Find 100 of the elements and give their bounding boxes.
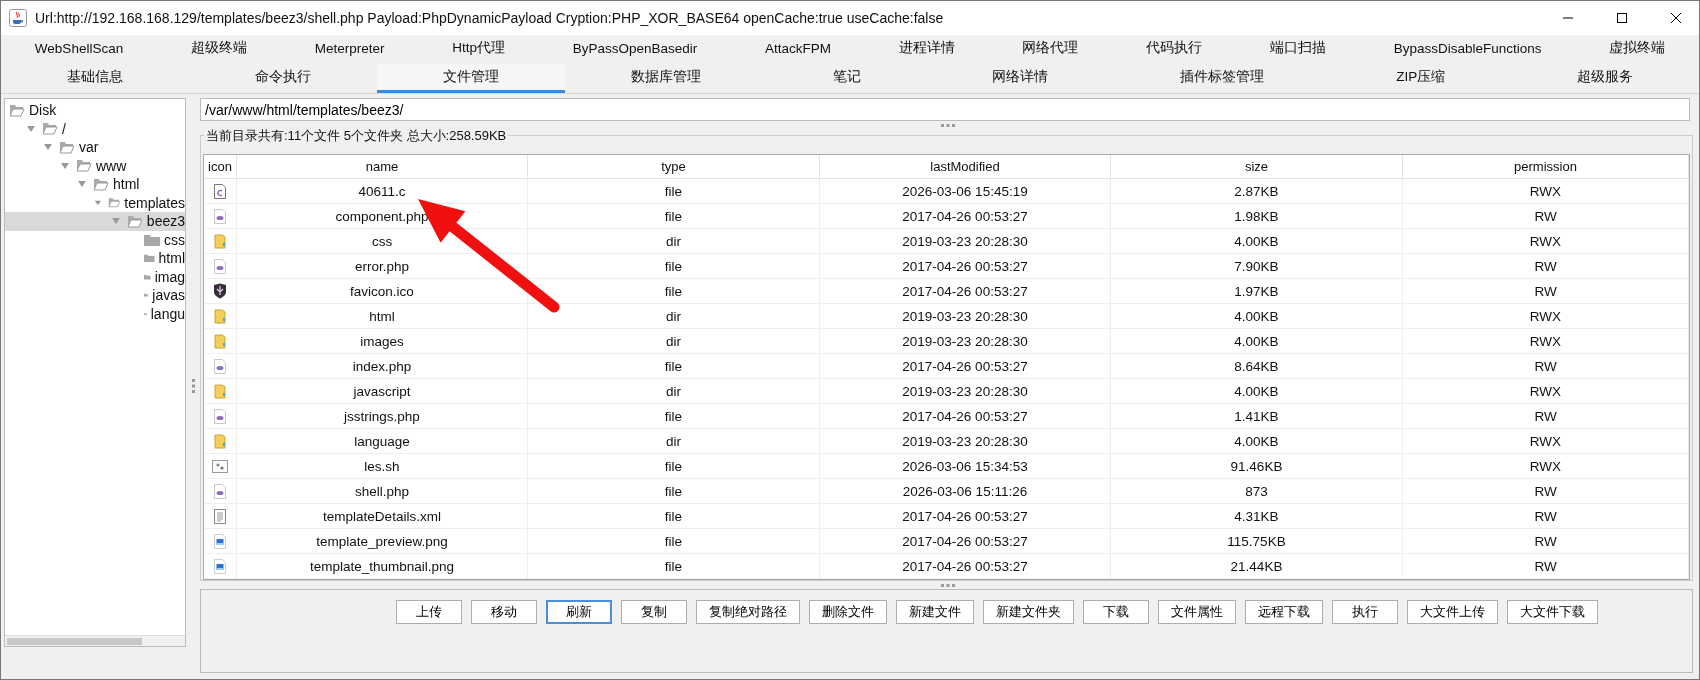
open-folder-icon — [126, 214, 143, 228]
tree-row[interactable]: www — [5, 156, 185, 175]
tree-row[interactable]: html — [5, 175, 185, 194]
tree-item-label[interactable]: / — [62, 120, 66, 137]
action-button[interactable]: 复制绝对路径 — [695, 600, 800, 624]
table-cell: RW — [1403, 479, 1689, 504]
tab[interactable]: 超级服务 — [1511, 64, 1699, 93]
tab[interactable]: 命令执行 — [188, 64, 377, 93]
action-button[interactable]: 新建文件夹 — [982, 600, 1074, 624]
tree-row[interactable]: javas — [5, 286, 185, 305]
tab[interactable]: 笔记 — [766, 64, 927, 93]
table-cell: RW — [1403, 554, 1689, 579]
shield-icon — [213, 283, 227, 299]
maximize-icon[interactable] — [1616, 12, 1628, 24]
tree-item-label[interactable]: imag — [154, 268, 185, 285]
path-field[interactable]: /var/www/html/templates/beez3/ — [200, 98, 1690, 121]
column-header[interactable]: lastModified — [820, 155, 1111, 179]
tree-item-label[interactable]: langu — [150, 305, 185, 322]
tab[interactable]: 虚拟终端 — [1575, 35, 1699, 64]
tab[interactable]: 超级终端 — [157, 35, 281, 64]
tree-row[interactable]: / — [5, 119, 185, 138]
tree-row[interactable]: templates — [5, 193, 185, 212]
action-button[interactable]: 删除文件 — [808, 600, 887, 624]
tab[interactable]: Meterpreter — [280, 35, 419, 64]
action-button[interactable]: 上传 — [395, 600, 462, 624]
table-cell: dir — [528, 304, 820, 329]
column-header[interactable]: permission — [1403, 155, 1689, 179]
tab[interactable]: ZIP压缩 — [1330, 64, 1512, 93]
open-folder-icon — [107, 196, 121, 210]
tab[interactable]: 代码执行 — [1112, 35, 1237, 64]
open-folder-icon — [42, 122, 58, 136]
table-cell: 4.31KB — [1111, 504, 1403, 529]
tab[interactable]: 数据库管理 — [564, 64, 767, 93]
tree-item-label[interactable]: javas — [152, 287, 185, 304]
action-button[interactable]: 大文件下载 — [1506, 600, 1598, 624]
tree-row[interactable]: var — [5, 138, 185, 157]
table-cell: file — [528, 529, 820, 554]
tab[interactable]: 基础信息 — [1, 64, 189, 93]
tree-row[interactable]: imag — [5, 267, 185, 286]
column-header[interactable]: size — [1111, 155, 1403, 179]
action-button[interactable]: 大文件上传 — [1406, 600, 1498, 624]
tree-item-label[interactable]: css — [164, 231, 185, 248]
horizontal-scrollbar[interactable] — [5, 635, 185, 646]
table-cell: RWX — [1403, 179, 1689, 204]
action-button[interactable]: 新建文件 — [895, 600, 974, 624]
tree-item-label[interactable]: var — [79, 139, 99, 156]
tab[interactable]: 网络详情 — [926, 64, 1115, 93]
tab[interactable]: 网络代理 — [988, 35, 1113, 64]
tab[interactable]: 端口扫描 — [1236, 35, 1360, 64]
tree-item-label[interactable]: Disk — [29, 102, 57, 119]
table-cell: 2017-04-26 00:53:27 — [820, 404, 1111, 429]
tab[interactable]: BypassDisableFunctions — [1359, 35, 1576, 64]
table-cell: RWX — [1403, 429, 1689, 454]
folder-icon — [214, 333, 226, 349]
tree-row[interactable]: html — [5, 249, 185, 268]
table-cell: 2019-03-23 20:28:30 — [820, 229, 1111, 254]
tab[interactable]: ByPassOpenBasedir — [538, 35, 732, 64]
table-cell: 4.00KB — [1111, 329, 1403, 354]
column-header[interactable]: icon — [204, 155, 237, 179]
splitter-handle-icon[interactable] — [941, 123, 955, 127]
action-button[interactable]: 刷新 — [545, 600, 612, 624]
table-cell: RW — [1403, 529, 1689, 554]
tab[interactable]: 文件管理 — [376, 64, 565, 93]
tree-item-label[interactable]: beez3 — [146, 213, 185, 230]
table-cell: les.sh — [237, 454, 528, 479]
action-button[interactable]: 文件属性 — [1157, 600, 1236, 624]
tab[interactable]: Http代理 — [418, 35, 539, 64]
php-file-icon — [214, 358, 226, 374]
tree-item-label[interactable]: html — [158, 250, 185, 267]
tab[interactable]: WebShellScan — [1, 35, 158, 64]
image-file-icon — [214, 533, 226, 549]
php-file-icon — [214, 408, 226, 424]
folder-icon — [144, 252, 155, 265]
table-cell: RWX — [1403, 329, 1689, 354]
tree-item-label[interactable]: html — [113, 176, 140, 193]
tree-row[interactable]: beez3 — [5, 212, 185, 231]
action-button[interactable]: 执行 — [1331, 600, 1398, 624]
table-cell: 2019-03-23 20:28:30 — [820, 304, 1111, 329]
action-button[interactable]: 远程下载 — [1244, 600, 1323, 624]
action-button[interactable]: 下载 — [1082, 600, 1149, 624]
table-cell: file — [528, 504, 820, 529]
tree-item-label[interactable]: templates — [124, 194, 185, 211]
table-cell: 2019-03-23 20:28:30 — [820, 329, 1111, 354]
tab[interactable]: AttackFPM — [731, 35, 865, 64]
table-cell: RWX — [1403, 304, 1689, 329]
action-button[interactable]: 移动 — [470, 600, 537, 624]
splitter-handle-icon[interactable] — [191, 378, 195, 393]
tree-item-label[interactable]: www — [96, 157, 127, 174]
close-icon[interactable] — [1670, 12, 1682, 24]
splitter-handle-icon[interactable] — [941, 583, 955, 587]
table-cell: 2017-04-26 00:53:27 — [820, 254, 1111, 279]
tree-row[interactable]: css — [5, 230, 185, 249]
tab[interactable]: 进程详情 — [864, 35, 989, 64]
table-cell: file — [528, 479, 820, 504]
tree-row[interactable]: langu — [5, 304, 185, 323]
column-header[interactable]: type — [528, 155, 820, 179]
column-header[interactable]: name — [237, 155, 528, 179]
action-button[interactable]: 复制 — [620, 600, 687, 624]
tab[interactable]: 插件标签管理 — [1114, 64, 1331, 93]
table-cell: file — [528, 554, 820, 579]
